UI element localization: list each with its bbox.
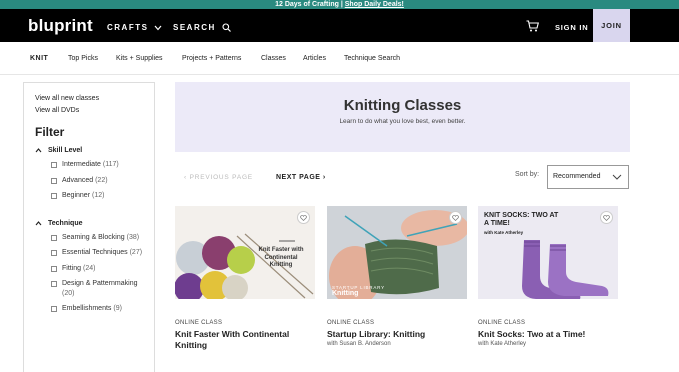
subnav-item-projects-patterns[interactable]: Projects + Patterns — [182, 55, 241, 62]
technique-title: Technique — [48, 219, 83, 227]
class-instructor: with Susan B. Anderson — [327, 340, 391, 347]
filter-option[interactable]: Embellishments (9) — [51, 304, 143, 314]
filter-option[interactable]: Advanced (22) — [51, 176, 143, 186]
subnav-item-classes[interactable]: Classes — [261, 55, 286, 62]
class-card[interactable]: Knit Faster with Continental Knitting ON… — [175, 206, 315, 351]
promo-bar: 12 Days of Crafting | Shop Daily Deals! — [0, 0, 679, 9]
filter-option[interactable]: Essential Techniques (27) — [51, 248, 143, 258]
cart-icon[interactable] — [526, 20, 539, 32]
checkbox[interactable] — [51, 250, 57, 256]
subnav-current[interactable]: KNIT — [30, 55, 48, 62]
previous-page-button[interactable]: ‹ PREVIOUS PAGE — [184, 174, 253, 181]
sort-label: Sort by: — [515, 171, 540, 178]
category-banner: Knitting Classes Learn to do what you lo… — [175, 82, 630, 152]
view-new-classes-link[interactable]: View all new classes — [35, 93, 143, 105]
promo-text: 12 Days of Crafting | — [275, 1, 343, 8]
subnav-item-top-picks[interactable]: Top Picks — [68, 55, 98, 62]
search-button[interactable]: SEARCH — [173, 23, 231, 33]
filter-sidebar: View all new classes View all DVDs Filte… — [23, 82, 155, 372]
skill-level-title: Skill Level — [48, 147, 83, 154]
chevron-up-icon — [35, 220, 42, 225]
chevron-down-icon — [154, 25, 162, 31]
class-thumbnail[interactable]: Knit Faster with Continental Knitting — [175, 206, 315, 299]
checkbox[interactable] — [51, 265, 57, 272]
class-thumbnail[interactable]: KNIT SOCKS: TWO AT A TIME! with Kate Ath… — [478, 206, 618, 299]
top-nav: bluprint CRAFTS SEARCH SIGN IN JOIN — [0, 9, 679, 42]
class-instructor: with Kate Atherley — [478, 340, 527, 347]
technique-toggle[interactable]: Technique — [35, 220, 143, 227]
sign-in-link[interactable]: SIGN IN — [555, 23, 589, 32]
logo[interactable]: bluprint — [28, 16, 93, 36]
checkbox[interactable] — [51, 177, 57, 184]
class-title[interactable]: Knit Socks: Two at a Time! — [478, 329, 618, 340]
crafts-label: CRAFTS — [107, 23, 149, 32]
thumbnail-caption: Knitting — [332, 290, 359, 297]
crafts-menu[interactable]: CRAFTS — [107, 23, 162, 32]
filter-heading: Filter — [35, 125, 65, 139]
checkbox[interactable] — [51, 162, 57, 168]
filter-option[interactable]: Seaming & Blocking (38) — [51, 233, 143, 243]
favorite-button[interactable] — [297, 211, 310, 224]
class-thumbnail[interactable]: STARTUP LIBRARY Knitting — [327, 206, 467, 299]
sort-value: Recommended — [553, 173, 601, 180]
class-card[interactable]: STARTUP LIBRARY Knitting ONLINE CLASS St… — [327, 206, 467, 347]
favorite-button[interactable] — [449, 211, 462, 224]
promo-link[interactable]: Shop Daily Deals! — [345, 1, 404, 8]
class-type: ONLINE CLASS — [175, 320, 223, 326]
heart-icon — [300, 214, 307, 221]
filter-option[interactable]: Beginner (12) — [51, 191, 143, 201]
sub-nav: KNIT Top Picks Kits + Supplies Projects … — [0, 42, 679, 75]
page-subtitle: Learn to do what you love best, even bet… — [339, 118, 466, 125]
checkbox[interactable] — [51, 234, 57, 241]
filter-option[interactable]: Intermediate (117) — [51, 160, 143, 170]
heart-icon — [452, 214, 459, 221]
class-type: ONLINE CLASS — [327, 320, 375, 326]
page-title: Knitting Classes — [343, 97, 462, 114]
class-type: ONLINE CLASS — [478, 320, 526, 326]
subnav-item-technique-search[interactable]: Technique Search — [344, 55, 400, 62]
thumbnail-caption: Knit Faster with Continental Knitting — [258, 247, 304, 268]
view-dvds-link[interactable]: View all DVDs — [35, 105, 143, 117]
thumbnail-instructor: with Kate Atherley — [484, 230, 524, 235]
search-label: SEARCH — [173, 23, 216, 32]
join-button[interactable]: JOIN — [593, 9, 630, 42]
heart-icon — [603, 214, 610, 221]
sort-select[interactable]: Recommended — [547, 165, 629, 189]
favorite-button[interactable] — [600, 211, 613, 224]
class-title[interactable]: Knit Faster With Continental Knitting — [175, 329, 315, 350]
checkbox[interactable] — [51, 306, 57, 312]
class-title[interactable]: Startup Library: Knitting — [327, 329, 467, 340]
subnav-item-kits-supplies[interactable]: Kits + Supplies — [116, 55, 163, 62]
skill-level-toggle[interactable]: Skill Level — [35, 147, 143, 154]
checkbox[interactable] — [51, 281, 57, 287]
search-icon — [221, 23, 231, 33]
chevron-down-icon — [612, 174, 622, 180]
next-page-button[interactable]: NEXT PAGE › — [276, 174, 326, 181]
thumbnail-caption: KNIT SOCKS: TWO AT A TIME! — [484, 212, 559, 227]
filter-option[interactable]: Design & Patternmaking (20) — [51, 279, 143, 298]
class-card[interactable]: KNIT SOCKS: TWO AT A TIME! with Kate Ath… — [478, 206, 618, 347]
checkbox[interactable] — [51, 193, 57, 199]
subnav-item-articles[interactable]: Articles — [303, 55, 326, 62]
filter-option[interactable]: Fitting (24) — [51, 264, 143, 274]
chevron-up-icon — [35, 148, 42, 153]
